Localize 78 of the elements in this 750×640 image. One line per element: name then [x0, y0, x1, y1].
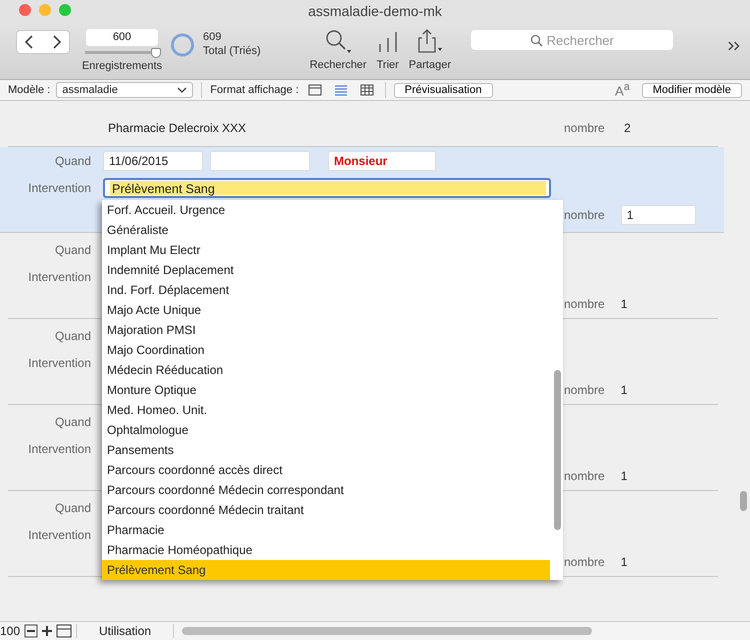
dropdown-item[interactable]: Indemnité Deplacement [102, 260, 550, 280]
input-field[interactable] [210, 150, 310, 170]
dropdown-item[interactable]: Med. Homeo. Unit. [102, 400, 550, 420]
table-view-icon[interactable] [360, 84, 374, 96]
dropdown-item[interactable]: Généraliste [102, 220, 550, 240]
dropdown-item[interactable]: Pharmacie [102, 520, 550, 540]
list-view-icon[interactable] [334, 84, 348, 96]
found-count: 609 [202, 30, 222, 44]
nombre-label: nombre [564, 120, 605, 134]
zoom-in-icon[interactable] [40, 624, 54, 638]
share-icon[interactable] [416, 28, 444, 54]
nombre-field[interactable]: 1 [620, 204, 696, 224]
nombre-label: nombre [564, 468, 605, 482]
nombre-label: nombre [564, 208, 605, 222]
quand-label: Quand [54, 500, 91, 514]
nombre-value: 1 [620, 468, 628, 482]
edit-layout-button[interactable]: Modifier modèle [642, 82, 742, 98]
dropdown-item[interactable]: Majo Coordination [102, 340, 550, 360]
dropdown-item[interactable]: Pharmacie Homéopathique [102, 540, 550, 560]
slider-thumb[interactable] [150, 48, 161, 58]
dropdown-item[interactable]: Ophtalmologue [102, 420, 550, 440]
dropdown-item[interactable]: Pansements [102, 440, 550, 460]
mode-label[interactable]: Utilisation [76, 624, 174, 638]
text-size-button[interactable]: A$^{a}$ [615, 81, 630, 99]
dropdown-item[interactable]: Médecin Rééducation [102, 360, 550, 380]
intervention-label: Intervention [27, 180, 91, 194]
record-name: Pharmacie Delecroix XXX [108, 120, 246, 134]
intervention-field[interactable]: Prélèvement Sang [103, 178, 551, 198]
layout-label: Modèle : [8, 84, 50, 96]
quand-label: Quand [54, 154, 91, 168]
quand-label: Quand [54, 414, 91, 428]
records-label: Enregistrements [82, 60, 162, 72]
nombre-value: 1 [620, 296, 628, 310]
nombre-label: nombre [564, 554, 605, 568]
dropdown-item[interactable]: Majoration PMSI [102, 320, 550, 340]
record-number-field[interactable]: 600 [86, 29, 158, 46]
window-title: assmaladie-demo-mk [308, 3, 442, 19]
chevron-down-icon [177, 86, 188, 94]
navigation-control[interactable] [16, 30, 70, 54]
scrollbar-thumb[interactable] [182, 627, 592, 635]
dropdown-item[interactable]: Implant Mu Electr [102, 240, 550, 260]
scrollbar-thumb[interactable] [740, 491, 747, 511]
nombre-value: 1 [620, 382, 628, 396]
intervention-label: Intervention [27, 270, 91, 284]
toolbar-label[interactable]: Rechercher [310, 59, 367, 71]
toolbar-label[interactable]: Trier [376, 59, 399, 71]
panel-icon[interactable] [56, 624, 72, 638]
total-label: Total (Triés) [202, 44, 262, 58]
nombre-value: 2 [624, 120, 631, 134]
dropdown-item[interactable]: Parcours coordonné Médecin traitant [102, 500, 550, 520]
dropdown-item[interactable]: Parcours coordonné Médecin correspondant [102, 480, 550, 500]
quand-label: Quand [54, 242, 91, 256]
dropdown-item[interactable]: Forf. Accueil. Urgence [102, 200, 550, 220]
dropdown-item[interactable]: Majo Acte Unique [102, 300, 550, 320]
zoom-level: 100 [0, 624, 20, 638]
nombre-label: nombre [564, 382, 605, 396]
quand-label: Quand [54, 328, 91, 342]
toolbar-label[interactable]: Partager [408, 59, 451, 71]
layout-select[interactable]: assmaladie [56, 82, 194, 98]
search-icon [530, 34, 543, 46]
dropdown-item[interactable]: Monture Optique [102, 380, 550, 400]
chevrons-icon[interactable] [726, 40, 740, 52]
dropdown-item[interactable]: Parcours coordonné accès direct [102, 460, 550, 480]
circle-chart-icon [170, 32, 195, 58]
format-label: Format affichage : [210, 84, 299, 96]
zoom-out-icon[interactable] [24, 624, 38, 638]
dropdown-item[interactable]: Prélèvement Sang [102, 560, 550, 580]
date-field[interactable]: 11/06/2015 [103, 150, 203, 170]
dropdown-item[interactable]: Ind. Forf. Déplacement [102, 280, 550, 300]
nombre-label: nombre [564, 296, 605, 310]
intervention-label: Intervention [27, 442, 91, 456]
preview-button[interactable]: Prévisualisation [394, 82, 493, 98]
nombre-value: 1 [620, 554, 628, 568]
intervention-label: Intervention [27, 356, 91, 370]
intervention-label: Intervention [27, 528, 91, 542]
scrollbar-thumb[interactable] [554, 370, 561, 530]
title-field[interactable]: Monsieur [328, 150, 436, 170]
form-view-icon[interactable] [308, 84, 322, 96]
